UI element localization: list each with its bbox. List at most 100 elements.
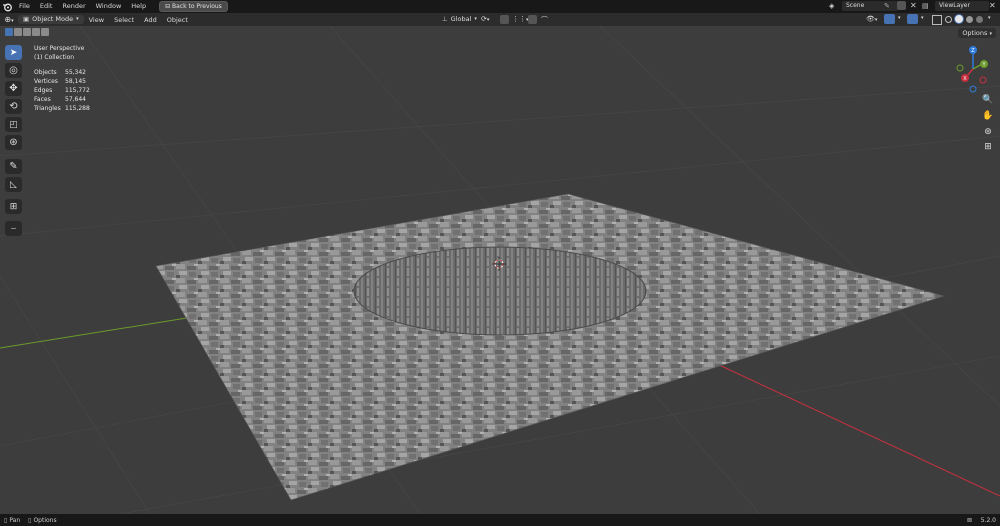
new-scene-icon[interactable] — [897, 1, 906, 10]
select-invert-icon[interactable] — [32, 28, 40, 36]
visibility-toggle-icon[interactable]: 👁▾ — [866, 15, 877, 23]
measure-tool[interactable]: ◺ — [5, 177, 22, 192]
menu-edit[interactable]: Edit — [35, 0, 58, 13]
select-extend-icon[interactable] — [14, 28, 22, 36]
3d-viewport[interactable]: ➤ ◎ ✥ ⟲ ◰ ⊛ ✎ ◺ ⊞ ⌣ User Perspective (1)… — [0, 26, 1000, 514]
gizmo-x-label: X — [963, 76, 967, 82]
selection-mode-group — [0, 28, 49, 36]
delete-viewlayer-icon[interactable]: ✕ — [989, 1, 996, 11]
transform-orientation-dropdown[interactable]: ⊥ Global ▾ — [437, 15, 482, 24]
viewlayer-field[interactable]: ViewLayer — [935, 1, 989, 11]
snap-target-icon[interactable]: ⋮⋮▾ — [512, 15, 529, 23]
transform-icon: ⊛ — [9, 137, 18, 148]
cursor-arrow-icon: ➤ — [9, 47, 18, 58]
editor-type-icon[interactable]: ⊕▾ — [0, 15, 18, 24]
cursor-tool[interactable]: ◎ — [5, 63, 22, 78]
object-mode-icon: ▣ — [23, 15, 30, 23]
overlays-toggle-icon[interactable] — [907, 14, 918, 24]
scale-icon: ◰ — [9, 119, 18, 130]
shading-modes — [944, 14, 984, 24]
x-axis-line — [699, 355, 1000, 497]
rendered-shading-icon[interactable] — [975, 15, 983, 23]
select-new-icon[interactable] — [5, 28, 13, 36]
menu-help[interactable]: Help — [126, 0, 151, 13]
stat-label: Vertices — [34, 78, 58, 85]
version-label: 5.2.0 — [980, 516, 996, 524]
gizmo-neg-x-icon — [979, 76, 987, 84]
gizmo-dropdown-icon[interactable]: ▾ — [898, 15, 901, 21]
options-dropdown[interactable]: Options ▾ — [958, 28, 996, 38]
stat-row: Faces 57,644 — [34, 95, 90, 104]
status-options: Options — [33, 516, 57, 524]
tool-shelf: ➤ ◎ ✥ ⟲ ◰ ⊛ ✎ ◺ ⊞ ⌣ — [5, 45, 23, 239]
annotate-tool[interactable]: ✎ — [5, 159, 22, 174]
move-tool[interactable]: ✥ — [5, 81, 22, 96]
stat-value: 55,342 — [65, 69, 86, 76]
stat-value: 57,644 — [65, 96, 86, 103]
snap-toggle-icon[interactable] — [500, 15, 509, 24]
mode-dropdown[interactable]: ▣ Object Mode ▾ — [18, 15, 84, 24]
viewlayer-name: ViewLayer — [939, 2, 970, 9]
transform-tool[interactable]: ⊛ — [5, 135, 22, 150]
menu-select[interactable]: Select — [109, 16, 139, 24]
status-bar: ▯ Pan ▯ Options ⊠ 5.2.0 — [0, 514, 1000, 526]
proportional-edit-icon[interactable] — [528, 15, 537, 24]
pin-scene-icon[interactable]: ✎ — [884, 2, 890, 10]
stat-label: Edges — [34, 87, 53, 94]
pencil-icon: ✎ — [9, 161, 18, 172]
status-pan: Pan — [9, 516, 21, 524]
chevron-down-icon: ▾ — [474, 16, 477, 22]
menu-add[interactable]: Add — [139, 16, 162, 24]
perspective-label: User Perspective — [34, 45, 85, 52]
menu-window[interactable]: Window — [91, 0, 127, 13]
menu-view[interactable]: View — [84, 16, 109, 24]
select-intersect-icon[interactable] — [41, 28, 49, 36]
chevron-down-icon: ▾ — [76, 16, 79, 22]
zoom-icon[interactable]: 🔍 — [982, 94, 994, 106]
mouse-right-icon: ▯ — [28, 516, 32, 524]
proportional-falloff-icon[interactable]: ⌒ — [541, 15, 548, 25]
menu-file[interactable]: File — [14, 0, 35, 13]
top-bar: File Edit Render Window Help ⊟ Back to P… — [0, 0, 1000, 13]
menu-object[interactable]: Object — [162, 16, 193, 24]
stat-value: 115,288 — [65, 105, 90, 112]
gizmo-toggle-icon[interactable] — [884, 14, 895, 24]
scale-tool[interactable]: ◰ — [5, 117, 22, 132]
blender-logo-icon[interactable] — [0, 0, 14, 13]
add-cube-tool[interactable]: ⊞ — [5, 199, 22, 214]
viewport-header: ⊕▾ ▣ Object Mode ▾ View Select Add Objec… — [0, 13, 1000, 26]
mouse-middle-icon: ▯ — [4, 516, 8, 524]
scene-type-icon[interactable]: ◈ — [829, 2, 838, 11]
navigation-gizmo[interactable]: Z X Y — [948, 44, 998, 94]
shading-dropdown-icon[interactable]: ▾ — [988, 15, 991, 21]
mode-label: Object Mode — [32, 15, 74, 23]
wireframe-shading-icon[interactable] — [945, 15, 953, 23]
material-shading-icon[interactable] — [965, 15, 973, 23]
perspective-toggle-icon[interactable]: ⊞ — [982, 141, 994, 153]
gizmo-neg-y-icon — [956, 64, 964, 72]
add-cube-icon: ⊞ — [9, 201, 18, 212]
rotate-tool[interactable]: ⟲ — [5, 99, 22, 114]
viewlayer-icon[interactable]: ▤ — [922, 2, 929, 10]
xray-toggle-icon[interactable] — [932, 15, 942, 25]
camera-view-icon[interactable]: ⊛ — [982, 126, 994, 138]
solid-shading-icon[interactable] — [955, 15, 964, 23]
gizmo-z-label: Z — [971, 48, 975, 54]
viewport-info: User Perspective (1) Collection Objects 5… — [34, 44, 90, 113]
menu-render[interactable]: Render — [57, 0, 90, 13]
stat-label: Objects — [34, 69, 57, 76]
back-arrow-icon: ⊟ — [165, 3, 173, 10]
overlays-dropdown-icon[interactable]: ▾ — [921, 15, 924, 21]
select-box-tool[interactable]: ➤ — [5, 45, 22, 60]
stat-row: Vertices 58,145 — [34, 77, 90, 86]
pan-hand-icon[interactable]: ✋ — [982, 110, 994, 122]
orientation-label: Global — [450, 15, 472, 23]
delete-scene-icon[interactable]: ✕ — [910, 1, 917, 11]
back-to-previous-button[interactable]: ⊟ Back to Previous — [159, 1, 228, 12]
chevron-down-icon: ▾ — [989, 31, 992, 37]
stat-row: Edges 115,772 — [34, 86, 90, 95]
select-subtract-icon[interactable] — [23, 28, 31, 36]
pivot-point-icon[interactable]: ⟳▾ — [481, 15, 489, 23]
gizmo-neg-z-icon — [969, 85, 977, 93]
curve-tool[interactable]: ⌣ — [5, 221, 22, 236]
